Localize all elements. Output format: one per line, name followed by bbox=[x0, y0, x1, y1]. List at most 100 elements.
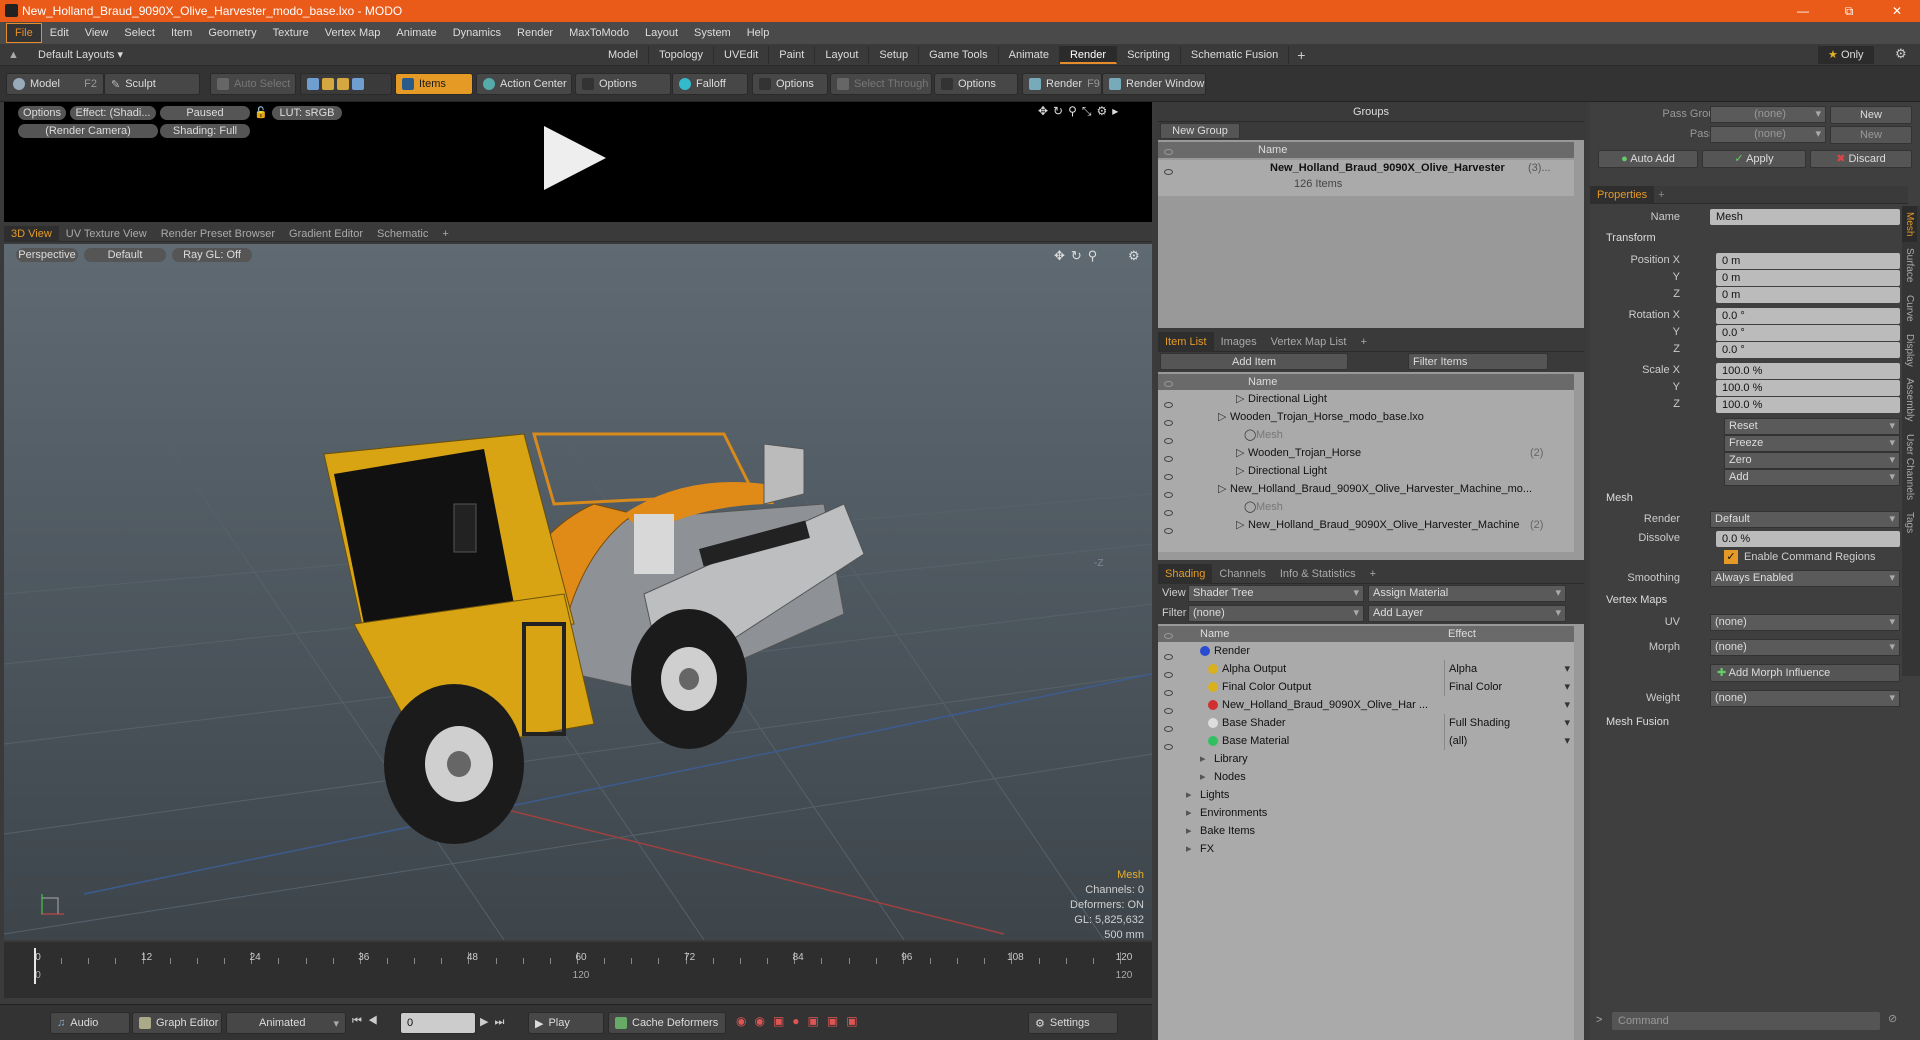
command-input[interactable]: Command bbox=[1612, 1012, 1880, 1030]
render-button[interactable]: Render F9 bbox=[1022, 73, 1102, 95]
add-list-tab[interactable]: + bbox=[1353, 332, 1373, 352]
play-button[interactable]: ▶ Play bbox=[528, 1012, 604, 1034]
new-pass-group-button[interactable]: New bbox=[1830, 106, 1912, 124]
edges-mode-icon[interactable] bbox=[322, 78, 334, 90]
only-toggle[interactable]: ★ Only bbox=[1818, 46, 1874, 64]
vertex-maps-section[interactable]: Vertex Maps bbox=[1606, 594, 1667, 606]
shader-tree-row[interactable]: Final Color Output Final Color ▾ bbox=[1158, 678, 1574, 696]
menu-vertex-map[interactable]: Vertex Map bbox=[317, 22, 389, 44]
shading-dropdown[interactable]: Shading: Full bbox=[160, 124, 250, 138]
perspective-dropdown[interactable]: Perspective bbox=[16, 248, 78, 262]
audio-button[interactable]: ♫ Audio bbox=[50, 1012, 130, 1034]
mesh-fusion-section[interactable]: Mesh Fusion bbox=[1606, 716, 1669, 728]
effect-dropdown[interactable]: Alpha ▾ bbox=[1444, 660, 1574, 678]
playhead[interactable] bbox=[34, 948, 36, 984]
scale-y-field[interactable]: 100.0 % bbox=[1716, 380, 1900, 396]
tab-uv-texture-view[interactable]: UV Texture View bbox=[59, 226, 154, 242]
discard-button[interactable]: ✖ Discard bbox=[1810, 150, 1912, 168]
record-key-controls-icon[interactable]: ◉◉▣●▣▣▣ bbox=[736, 1014, 866, 1028]
list-item[interactable]: ◯ Mesh bbox=[1158, 426, 1574, 444]
side-tab-surface[interactable]: Surface bbox=[1902, 242, 1917, 288]
tab-images[interactable]: Images bbox=[1214, 332, 1264, 352]
menu-dynamics[interactable]: Dynamics bbox=[445, 22, 509, 44]
zero-dropdown[interactable]: Zero bbox=[1724, 452, 1900, 469]
list-item[interactable]: ◯ Mesh bbox=[1158, 498, 1574, 516]
items-mode-button[interactable]: Items bbox=[395, 73, 473, 95]
vertices-mode-icon[interactable] bbox=[307, 78, 319, 90]
raygl-dropdown[interactable]: Ray GL: Off bbox=[172, 248, 252, 262]
menu-maxtomodo[interactable]: MaxToModo bbox=[561, 22, 637, 44]
shader-tree-row[interactable]: ▸ Nodes bbox=[1158, 768, 1574, 786]
reset-dropdown[interactable]: Reset bbox=[1724, 418, 1900, 435]
name-field[interactable]: Mesh bbox=[1710, 209, 1900, 225]
render-window-button[interactable]: Render Window bbox=[1102, 73, 1206, 95]
default-dropdown[interactable]: Default bbox=[84, 248, 166, 262]
position-y-field[interactable]: 0 m bbox=[1716, 270, 1900, 286]
tab-properties[interactable]: Properties bbox=[1590, 185, 1655, 204]
side-tab-display[interactable]: Display bbox=[1902, 328, 1917, 373]
shader-tree-row[interactable]: ▸ Environments bbox=[1158, 804, 1574, 822]
forward-controls-icon[interactable]: ▶⏭ bbox=[480, 1015, 510, 1029]
lock-icon[interactable]: 🔓 bbox=[254, 106, 268, 119]
mesh-section[interactable]: Mesh bbox=[1606, 492, 1633, 504]
shader-tree-row[interactable]: Render bbox=[1158, 642, 1574, 660]
eye-icon[interactable] bbox=[1164, 630, 1173, 642]
tab-setup[interactable]: Setup bbox=[869, 45, 920, 64]
position-z-field[interactable]: 0 m bbox=[1716, 287, 1900, 303]
tab-info-statistics[interactable]: Info & Statistics bbox=[1273, 564, 1363, 584]
pass-groups-dropdown[interactable]: (none) bbox=[1710, 106, 1826, 123]
group-row[interactable]: New_Holland_Braud_9090X_Olive_Harvester … bbox=[1158, 160, 1574, 196]
effect-dropdown[interactable]: (all) ▾ bbox=[1444, 732, 1574, 750]
freeze-dropdown[interactable]: Freeze bbox=[1724, 435, 1900, 452]
auto-add-button[interactable]: ● Auto Add bbox=[1598, 150, 1698, 168]
tab-topology[interactable]: Topology bbox=[649, 45, 715, 64]
list-item[interactable]: ▷ Wooden_Trojan_Horse (2) bbox=[1158, 444, 1574, 462]
menu-file[interactable]: File bbox=[6, 23, 42, 43]
tab-schematic-fusion[interactable]: Schematic Fusion bbox=[1181, 45, 1290, 64]
list-item[interactable]: ▷ Wooden_Trojan_Horse_modo_base.lxo bbox=[1158, 408, 1574, 426]
minimize-icon[interactable]: — bbox=[1780, 0, 1826, 22]
eye-icon[interactable] bbox=[1164, 522, 1173, 540]
menu-item[interactable]: Item bbox=[163, 22, 200, 44]
eye-icon[interactable] bbox=[1164, 166, 1173, 178]
side-tab-mesh[interactable]: Mesh bbox=[1902, 206, 1917, 243]
tab-vertex-map-list[interactable]: Vertex Map List bbox=[1264, 332, 1354, 352]
tab-render-preset-browser[interactable]: Render Preset Browser bbox=[154, 226, 282, 242]
timeline[interactable]: 0 0 12 24 36 48 60 120 72 84 96 108 120 120 bbox=[4, 942, 1152, 998]
default-layouts-dropdown[interactable]: Default Layouts ▾ bbox=[38, 48, 598, 61]
transform-section[interactable]: Transform bbox=[1606, 232, 1656, 244]
tab-scripting[interactable]: Scripting bbox=[1117, 45, 1181, 64]
polygons-mode-icon[interactable] bbox=[337, 78, 349, 90]
effect-dropdown[interactable]: Effect: (Shadi... bbox=[70, 106, 156, 120]
add-view-tab[interactable]: + bbox=[435, 226, 455, 242]
gear-icon[interactable]: ⚙ bbox=[1895, 46, 1907, 62]
select-through-button[interactable]: Select Through bbox=[830, 73, 932, 95]
menu-layout[interactable]: Layout bbox=[637, 22, 686, 44]
command-history-icon[interactable]: ⊘ bbox=[1888, 1012, 1897, 1025]
list-item[interactable]: ▷ New_Holland_Braud_9090X_Olive_Harvester… bbox=[1158, 516, 1574, 534]
render-options-button[interactable]: Options bbox=[18, 106, 66, 120]
add-properties-tab[interactable]: + bbox=[1658, 189, 1664, 201]
filter-items-input[interactable]: Filter Items bbox=[1408, 353, 1548, 370]
tab-item-list[interactable]: Item List bbox=[1158, 331, 1214, 352]
add-layer-dropdown[interactable]: Add Layer bbox=[1368, 605, 1566, 622]
tab-gradient-editor[interactable]: Gradient Editor bbox=[282, 226, 370, 242]
rotation-x-field[interactable]: 0.0 ° bbox=[1716, 308, 1900, 324]
side-tab-curve[interactable]: Curve bbox=[1902, 289, 1917, 328]
menu-texture[interactable]: Texture bbox=[265, 22, 317, 44]
shader-tree-row[interactable]: ▸ Bake Items bbox=[1158, 822, 1574, 840]
new-pass-button[interactable]: New bbox=[1830, 126, 1912, 144]
shader-tree-dropdown[interactable]: Shader Tree bbox=[1188, 585, 1364, 602]
list-item[interactable]: ▷ Directional Light bbox=[1158, 462, 1574, 480]
tab-channels[interactable]: Channels bbox=[1212, 564, 1272, 584]
new-group-button[interactable]: New Group bbox=[1160, 123, 1240, 139]
paused-button[interactable]: Paused bbox=[160, 106, 250, 120]
shader-tree-row[interactable]: ▸ Lights bbox=[1158, 786, 1574, 804]
scale-z-field[interactable]: 100.0 % bbox=[1716, 397, 1900, 413]
viewport-nav-icon[interactable]: ✥↻⚲ bbox=[1054, 248, 1103, 264]
rotation-y-field[interactable]: 0.0 ° bbox=[1716, 325, 1900, 341]
tab-uvedit[interactable]: UVEdit bbox=[714, 45, 770, 64]
graph-editor-button[interactable]: Graph Editor bbox=[132, 1012, 222, 1034]
menu-edit[interactable]: Edit bbox=[42, 22, 77, 44]
list-item[interactable]: ▷ Directional Light bbox=[1158, 390, 1574, 408]
